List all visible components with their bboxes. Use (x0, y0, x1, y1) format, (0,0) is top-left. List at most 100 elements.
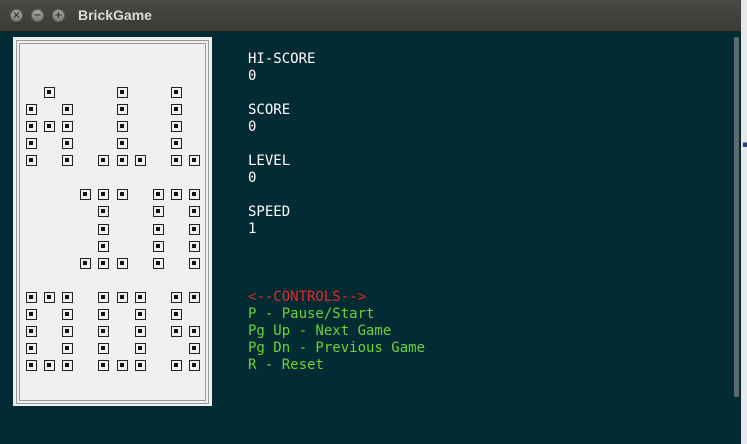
scrollbar[interactable] (734, 37, 739, 397)
brick-cell (44, 86, 56, 98)
game-window: × − + BrickGame HI-SCORE 0 SCORE 0 LEVEL… (0, 0, 741, 444)
brick-cell (188, 343, 200, 355)
brick-cell (188, 291, 200, 303)
brick-cell (26, 360, 37, 372)
brick-cell (134, 326, 146, 338)
speed-value: 1 (248, 221, 257, 237)
brick-cell (134, 155, 146, 167)
brick-cell (98, 291, 110, 303)
board-frame-inner (19, 43, 206, 401)
control-previous-game: Pg Dn - Previous Game (248, 340, 426, 356)
brick-cell (98, 343, 110, 355)
title-bar[interactable]: × − + BrickGame (0, 0, 741, 32)
brick-cell (170, 103, 182, 115)
brick-cell (116, 120, 128, 132)
brick-cell (170, 86, 182, 98)
brick-cell (116, 138, 128, 149)
brick-cell (98, 240, 110, 252)
brick-cell (26, 309, 37, 320)
brick-cell (62, 343, 74, 355)
brick-cell (44, 120, 56, 132)
brick-cell (188, 257, 200, 269)
brick-cell (26, 291, 37, 303)
background-mark: ▪ (742, 140, 747, 150)
brick-cell (26, 343, 37, 355)
brick-cell (188, 155, 200, 167)
control-next-game: Pg Up - Next Game (248, 323, 392, 339)
brick-cell (152, 257, 164, 269)
brick-cell (188, 326, 200, 338)
brick-cell (134, 360, 146, 372)
brick-cell (170, 120, 182, 132)
speed-label: SPEED (248, 204, 291, 220)
hiscore-label: HI-SCORE (248, 51, 316, 67)
brick-cell (62, 326, 74, 338)
brick-cell (98, 155, 110, 167)
brick-cell (170, 326, 182, 338)
brick-cell (134, 291, 146, 303)
window-title: BrickGame (78, 7, 152, 23)
brick-cell (188, 189, 200, 201)
brick-cell (152, 223, 164, 235)
brick-cell (116, 257, 128, 269)
brick-cell (26, 120, 37, 132)
brick-cell (62, 120, 74, 132)
close-icon[interactable]: × (10, 9, 23, 22)
control-pause: P - Pause/Start (248, 306, 375, 322)
brick-cell (44, 291, 56, 303)
control-reset: R - Reset (248, 357, 324, 373)
brick-cell (188, 206, 200, 218)
brick-cell (116, 86, 128, 98)
brick-cell (134, 309, 146, 320)
brick-cell (152, 206, 164, 218)
score-label: SCORE (248, 102, 291, 118)
brick-cell (62, 360, 74, 372)
brick-cell (80, 189, 92, 201)
brick-cell (152, 240, 164, 252)
brick-cell (170, 309, 182, 320)
brick-cell (98, 257, 110, 269)
brick-cell (98, 223, 110, 235)
brick-cell (44, 360, 56, 372)
brick-cell (116, 155, 128, 167)
brick-cell (170, 138, 182, 149)
level-label: LEVEL (248, 153, 291, 169)
brick-cell (170, 189, 182, 201)
brick-cell (98, 189, 110, 201)
brick-cell (62, 155, 74, 167)
level-value: 0 (248, 170, 257, 186)
brick-cell (152, 189, 164, 201)
brick-cell (62, 309, 74, 320)
brick-cell (116, 360, 128, 372)
brick-cell (98, 309, 110, 320)
brick-cell (62, 291, 74, 303)
brick-cell (62, 103, 74, 115)
maximize-icon[interactable]: + (52, 9, 65, 22)
brick-cell (26, 155, 37, 167)
brick-cell (188, 223, 200, 235)
brick-cell (98, 206, 110, 218)
brick-cell (170, 155, 182, 167)
minimize-icon[interactable]: − (31, 9, 44, 22)
brick-cell (134, 343, 146, 355)
brick-cell (80, 257, 92, 269)
brick-cell (116, 189, 128, 201)
brick-cell (188, 360, 200, 372)
brick-cell (98, 360, 110, 372)
brick-cell (170, 291, 182, 303)
brick-cell (188, 240, 200, 252)
brick-cell (116, 103, 128, 115)
score-value: 0 (248, 119, 257, 135)
brick-cell (62, 138, 74, 149)
game-board (13, 37, 212, 406)
background-edge (741, 0, 747, 444)
brick-cell (26, 138, 37, 149)
brick-cell (26, 103, 37, 115)
brick-cell (26, 326, 37, 338)
brick-cell (98, 326, 110, 338)
hiscore-value: 0 (248, 68, 257, 84)
brick-cell (170, 360, 182, 372)
controls-header: <--CONTROLS--> (248, 289, 367, 305)
brick-cell (116, 291, 128, 303)
board-frame-outer (16, 40, 209, 404)
